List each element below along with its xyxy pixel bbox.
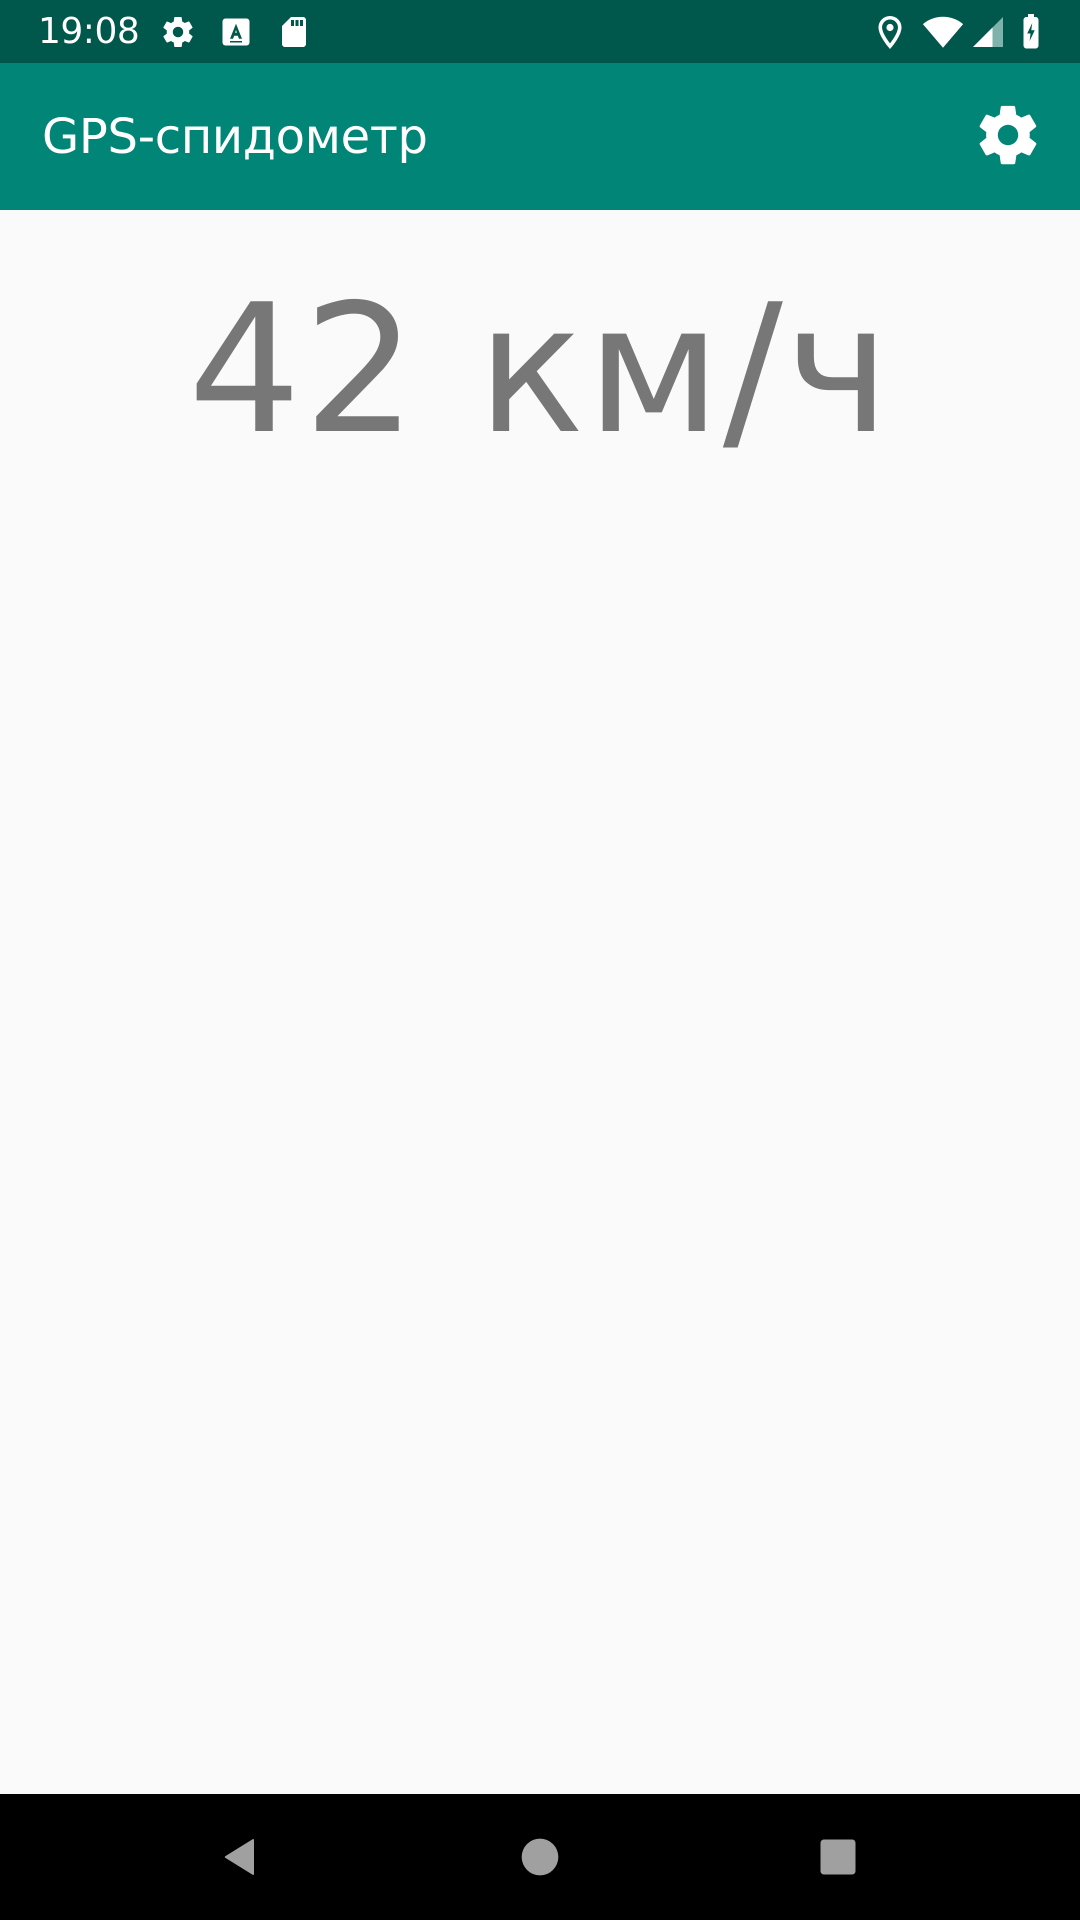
main-content: 42 км/ч (0, 210, 1080, 1794)
recents-button[interactable] (802, 1821, 874, 1893)
home-button[interactable] (504, 1821, 576, 1893)
speed-readout: 42 км/ч (187, 266, 892, 473)
settings-icon (979, 105, 1037, 165)
status-time: 19:08 (38, 11, 140, 52)
settings-button[interactable] (966, 93, 1050, 177)
wifi-icon (922, 14, 964, 50)
back-button[interactable] (204, 1821, 276, 1893)
cell-signal-icon (970, 14, 1006, 50)
recents-icon (820, 1839, 856, 1875)
sd-card-icon (276, 14, 312, 50)
navigation-bar (0, 1794, 1080, 1920)
app-bar: GPS-спидометр (0, 63, 1080, 210)
back-icon (224, 1839, 254, 1875)
status-bar: 19:08 (0, 0, 1080, 63)
text-a-icon (218, 14, 254, 50)
battery-charging-icon (1016, 14, 1046, 50)
gear-icon (160, 14, 196, 50)
location-icon (872, 14, 908, 50)
home-icon (521, 1838, 559, 1876)
app-title: GPS-спидометр (42, 109, 428, 165)
